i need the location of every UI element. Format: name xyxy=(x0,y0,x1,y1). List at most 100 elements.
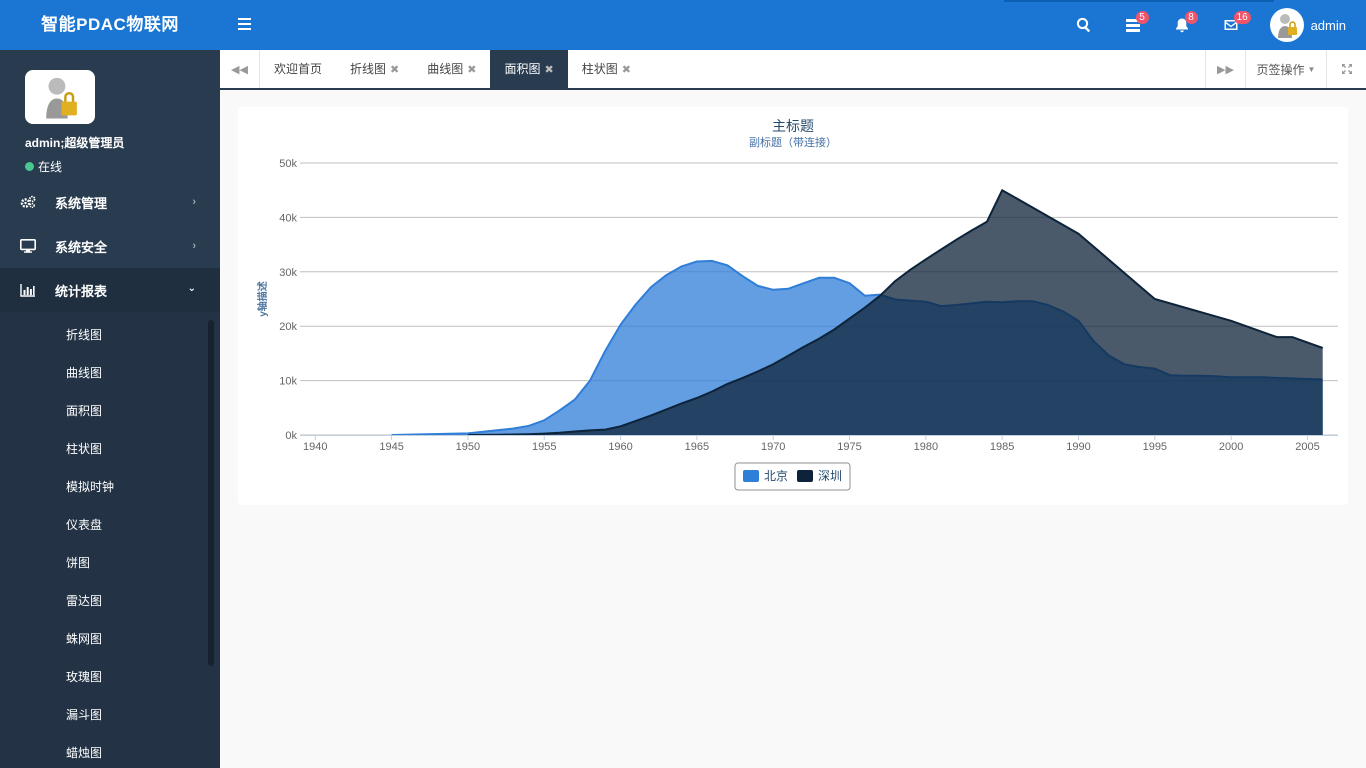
user-avatar-icon xyxy=(1277,14,1297,38)
search-button[interactable] xyxy=(1060,0,1109,50)
tabs-scroll-right-button[interactable]: ▶▶ xyxy=(1205,50,1245,88)
tabs-scroll-left-button[interactable]: ◀◀ xyxy=(220,50,260,88)
brand-title[interactable]: 智能PDAC物联网 xyxy=(0,0,220,50)
legend-item-beijing[interactable]: 北京 xyxy=(743,469,788,483)
nav-label: 统计报表 xyxy=(55,283,108,299)
sidebar-item-curve-chart[interactable]: 曲线图 xyxy=(0,354,220,392)
x-tick-label: 1955 xyxy=(532,441,556,453)
x-tick-label: 2000 xyxy=(1219,441,1243,453)
x-tick-label: 1980 xyxy=(914,441,938,453)
tab-label: 柱状图 xyxy=(581,62,618,76)
tab-home[interactable]: 欢迎首页 xyxy=(260,50,336,88)
avatar xyxy=(1269,8,1304,42)
sidebar-item-radar-chart[interactable]: 雷达图 xyxy=(0,582,220,620)
y-tick-label: 0k xyxy=(285,430,297,442)
profile-avatar[interactable] xyxy=(25,70,95,124)
x-tick-label: 1995 xyxy=(1143,441,1167,453)
tab-bar-chart[interactable]: 柱状图 ✖ xyxy=(568,50,645,88)
x-tick-label: 1975 xyxy=(837,441,861,453)
fullscreen-button[interactable] xyxy=(1326,50,1366,88)
header-actions: 5 8 16 admin xyxy=(1060,0,1366,50)
notifications-button[interactable]: 8 xyxy=(1158,0,1207,50)
tab-line-chart[interactable]: 折线图 ✖ xyxy=(336,50,413,88)
y-axis-label: y轴描述 xyxy=(256,281,269,317)
tasks-button[interactable]: 5 xyxy=(1109,0,1158,50)
header-username: admin xyxy=(1310,17,1346,33)
legend-label: 北京 xyxy=(764,469,788,483)
tab-operations-dropdown[interactable]: 页签操作 ▼ xyxy=(1245,50,1326,88)
status-dot-icon xyxy=(25,162,34,171)
close-icon[interactable]: ✖ xyxy=(467,64,476,76)
sidebar-scrollbar[interactable] xyxy=(208,320,214,666)
sidebar-item-funnel-chart[interactable]: 漏斗图 xyxy=(0,696,220,734)
sidebar-item-area-chart[interactable]: 面积图 xyxy=(0,392,220,430)
x-tick-label: 2005 xyxy=(1295,441,1319,453)
user-menu[interactable]: admin xyxy=(1256,0,1366,50)
area-chart: 主标题 副标题（带连接） y轴描述 0k 10k 20k 30k 40k 50k 1940… xyxy=(256,118,1338,491)
y-tick-label: 50k xyxy=(279,158,297,170)
tasks-badge: 5 xyxy=(1135,11,1149,24)
y-tick-label: 10k xyxy=(279,376,297,388)
monitor-icon xyxy=(20,239,36,253)
x-tick-label: 1960 xyxy=(608,441,632,453)
chevron-down-icon: ⌄ xyxy=(187,283,196,294)
chevron-right-icon: › xyxy=(192,196,196,208)
tab-area-chart[interactable]: 面积图 ✖ xyxy=(490,50,568,88)
nav-statistics-reports[interactable]: 统计报表 ⌄ xyxy=(0,268,220,312)
x-tick-label: 1940 xyxy=(303,441,327,453)
notifications-badge: 8 xyxy=(1184,11,1198,24)
messages-badge: 16 xyxy=(1233,11,1251,24)
tab-label: 折线图 xyxy=(350,62,387,76)
online-status: 在线 xyxy=(25,158,220,175)
close-icon[interactable]: ✖ xyxy=(545,64,554,76)
statistics-submenu: 折线图 曲线图 面积图 柱状图 模拟时钟 仪表盘 饼图 雷达图 蛛网图 玫瑰图 … xyxy=(0,312,220,768)
page-tabs-bar: ◀◀ 欢迎首页 折线图 ✖ 曲线图 ✖ 面积图 ✖ 柱状图 ✖ ▶▶ 页签操作 ▼ xyxy=(220,50,1366,90)
user-avatar-icon xyxy=(46,77,77,119)
tab-label: 曲线图 xyxy=(427,62,464,76)
legend-swatch xyxy=(743,470,759,482)
sidebar-item-rose-chart[interactable]: 玫瑰图 xyxy=(0,658,220,696)
close-icon[interactable]: ✖ xyxy=(390,64,399,76)
close-icon[interactable]: ✖ xyxy=(622,64,631,76)
sidebar-item-gauge[interactable]: 仪表盘 xyxy=(0,506,220,544)
messages-button[interactable]: 16 xyxy=(1207,0,1256,50)
caret-down-icon: ▼ xyxy=(1307,64,1316,74)
x-tick-label: 1985 xyxy=(990,441,1014,453)
double-chevron-left-icon: ◀◀ xyxy=(231,63,248,76)
chart-card: 主标题 副标题（带连接） y轴描述 0k 10k 20k 30k 40k 50k 1940… xyxy=(238,107,1348,505)
tab-label: 欢迎首页 xyxy=(274,62,323,76)
menu-icon[interactable] xyxy=(232,15,256,35)
chart-subtitle: 副标题（带连接） xyxy=(749,135,837,149)
sidebar-item-candlestick-chart[interactable]: 蜡烛图 xyxy=(0,734,220,768)
chart-series xyxy=(391,189,1324,436)
expand-icon xyxy=(1341,64,1352,74)
sidebar-item-bar-chart[interactable]: 柱状图 xyxy=(0,430,220,468)
tab-label: 面积图 xyxy=(504,62,541,76)
double-chevron-right-icon: ▶▶ xyxy=(1217,63,1234,76)
gears-icon xyxy=(20,195,36,209)
tab-actions: ▶▶ 页签操作 ▼ xyxy=(1205,50,1366,88)
tab-curve-chart[interactable]: 曲线图 ✖ xyxy=(413,50,490,88)
sidebar: admin;超级管理员 在线 系统管理 › 系统安全 › 统计报表 ⌄ 折线图 … xyxy=(0,50,220,768)
x-tick-label: 1990 xyxy=(1066,441,1090,453)
bar-chart-icon xyxy=(20,283,36,297)
x-tick-label: 1965 xyxy=(685,441,709,453)
y-tick-label: 20k xyxy=(279,321,297,333)
chart-title: 主标题 xyxy=(772,118,814,134)
legend-item-shenzhen[interactable]: 深圳 xyxy=(797,469,842,483)
sidebar-item-clock[interactable]: 模拟时钟 xyxy=(0,468,220,506)
sidebar-item-spider-chart[interactable]: 蛛网图 xyxy=(0,620,220,658)
legend-label: 深圳 xyxy=(818,469,842,483)
status-text: 在线 xyxy=(38,160,63,174)
nav-system-security[interactable]: 系统安全 › xyxy=(0,224,220,268)
nav-system-management[interactable]: 系统管理 › xyxy=(0,180,220,224)
tab-list: 欢迎首页 折线图 ✖ 曲线图 ✖ 面积图 ✖ 柱状图 ✖ xyxy=(260,50,645,88)
search-icon xyxy=(1076,17,1091,33)
chevron-right-icon: › xyxy=(192,240,196,252)
sidebar-item-pie-chart[interactable]: 饼图 xyxy=(0,544,220,582)
chart-legend: 北京 深圳 xyxy=(734,462,851,491)
x-tick-label: 1945 xyxy=(379,441,403,453)
tab-operations-label: 页签操作 xyxy=(1256,62,1305,77)
x-tick-label: 1950 xyxy=(456,441,480,453)
sidebar-item-line-chart[interactable]: 折线图 xyxy=(0,316,220,354)
